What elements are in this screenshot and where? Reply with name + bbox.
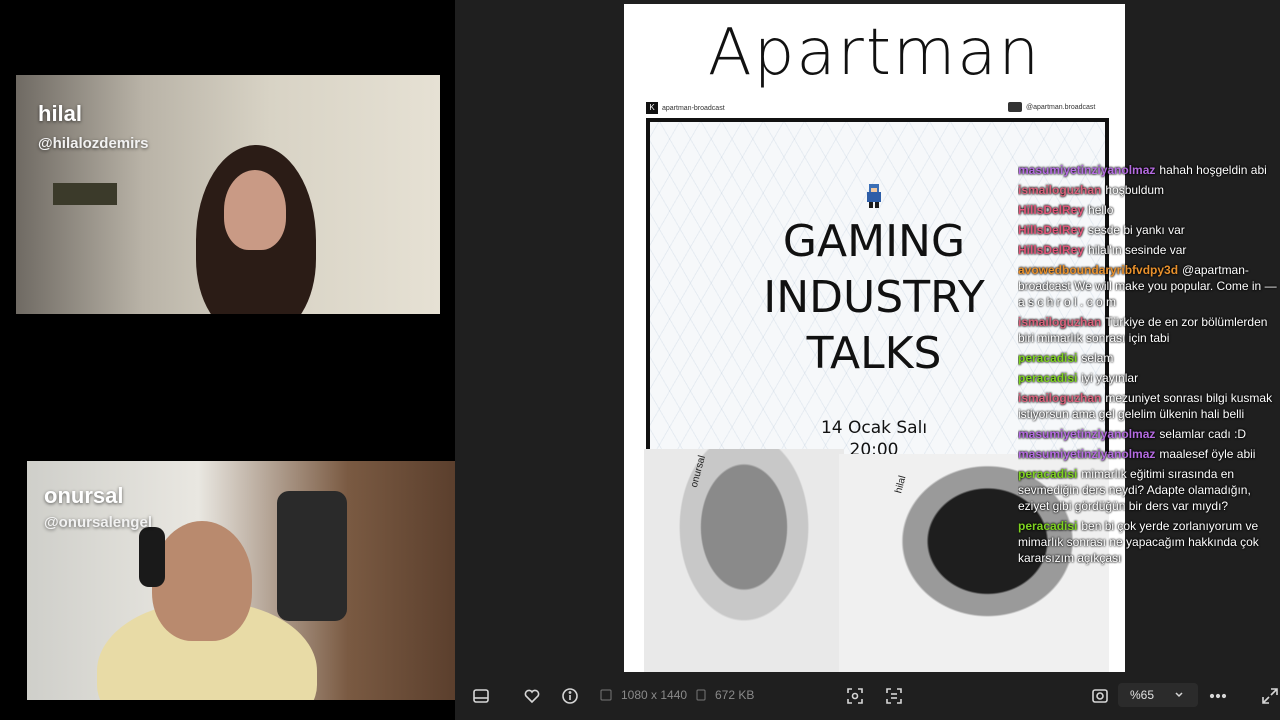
pixel-character-icon: [867, 184, 881, 208]
chat-text: maalesef öyle abii: [1159, 447, 1256, 461]
brand-left: K apartman-broadcast: [646, 102, 725, 114]
expand-icon: [1262, 688, 1278, 704]
favorite-button[interactable]: [520, 684, 544, 708]
photo-onursal: [644, 449, 844, 672]
chat-username: ismailoguzhan: [1018, 391, 1102, 405]
poster-logo: Apartman: [707, 16, 1042, 90]
chat-username: peracadisi: [1018, 467, 1078, 481]
chat-overlay: masumiyetinziyanolmaz hahah hoşgeldin abi…: [1018, 162, 1278, 602]
chat-message: masumiyetinziyanolmaz selamlar cadı :D: [1018, 426, 1278, 442]
chat-message: ismailoguzhan mezuniyet sonrası bilgi kus…: [1018, 390, 1278, 422]
streamer-handle: @hilalozdemirs: [38, 135, 149, 152]
text-recognition-button[interactable]: [882, 684, 906, 708]
poster-title: GAMING INDUSTRY TALKS: [744, 214, 1004, 382]
chat-message: masumiyetinziyanolmaz hahah hoşgeldin abi: [1018, 162, 1278, 178]
chat-text: selam: [1081, 351, 1114, 365]
office-chair: [277, 491, 347, 621]
headphones: [139, 527, 165, 587]
filesize-icon: [696, 689, 706, 701]
chat-username: masumiyetinziyanolmaz: [1018, 427, 1156, 441]
image-filesize: 672 KB: [715, 688, 755, 702]
chat-username: HillsDelRey: [1018, 223, 1085, 237]
kick-icon: K: [646, 102, 658, 114]
chat-username: HillsDelRey: [1018, 243, 1085, 257]
chat-text: iyi yayınlar: [1081, 371, 1139, 385]
chevron-down-icon: [1175, 692, 1183, 698]
poster-title-line: INDUSTRY: [763, 272, 985, 323]
brand-left-label: apartman-broadcast: [662, 104, 725, 112]
fit-to-window-button[interactable]: [1088, 684, 1112, 708]
brand-right: @apartman.broadcast: [1008, 102, 1095, 112]
film-strip-icon: [473, 689, 489, 703]
youtube-icon: [1008, 102, 1022, 112]
image-dimensions: 1080 x 1440: [621, 688, 688, 702]
film-strip-button[interactable]: [469, 684, 493, 708]
chat-username: peracadisi: [1018, 519, 1078, 533]
chat-text: sesde bi yankı var: [1088, 223, 1185, 237]
chat-message: avowedboundaryribfvdpy3d @apartman-broadc…: [1018, 262, 1278, 310]
webcam-hilal: hilal @hilalozdemirs: [16, 75, 440, 314]
chat-username: peracadisi: [1018, 371, 1078, 385]
webcam-onursal: onursal @onursalengel: [27, 461, 455, 700]
info-button[interactable]: [558, 684, 582, 708]
chat-text: hahah hoşgeldin abi: [1159, 163, 1267, 177]
chat-username: masumiyetinziyanolmaz: [1018, 447, 1156, 461]
chat-text: hoşbuldum: [1105, 183, 1165, 197]
event-date: 14 Ocak Salı: [820, 418, 928, 438]
person-face: [224, 170, 286, 250]
chat-message: peracadisi selam: [1018, 350, 1278, 366]
streamer-name: hilal: [38, 101, 83, 126]
brand-right-label: @apartman.broadcast: [1026, 103, 1096, 111]
streamer-name: onursal: [44, 483, 124, 508]
chat-username: peracadisi: [1018, 351, 1078, 365]
crop-button[interactable]: [843, 684, 867, 708]
chat-username: HillsDelRey: [1018, 203, 1085, 217]
person-face: [152, 521, 252, 641]
chat-message: peracadisi mimarlık eğitimi sırasında en …: [1018, 466, 1278, 514]
info-icon: [562, 688, 578, 704]
chat-message: peracadisi ben bi çok yerde zorlanıyorum …: [1018, 518, 1278, 566]
chat-username: ismailoguzhan: [1018, 315, 1102, 329]
dimensions-icon: [600, 689, 612, 701]
more-options-button[interactable]: [1206, 684, 1230, 708]
scan-text-icon: [886, 688, 902, 704]
chat-text: hello: [1088, 203, 1114, 217]
chat-message: ismailoguzhan hoşbuldum: [1018, 182, 1278, 198]
focus-frame-icon: [847, 688, 863, 704]
more-icon: [1209, 693, 1227, 699]
chat-message: HillsDelRey sesde bi yankı var: [1018, 222, 1278, 238]
poster-title-line: GAMING: [782, 216, 966, 267]
zoom-value: %65: [1130, 688, 1155, 702]
chat-username: ismailoguzhan: [1018, 183, 1102, 197]
chat-message: HillsDelRey hilal'ın sesinde var: [1018, 242, 1278, 258]
poster-title-line: TALKS: [806, 328, 942, 379]
chat-message: ismailoguzhan Türkiye de en zor bölümlerd…: [1018, 314, 1278, 346]
fullscreen-button[interactable]: [1258, 684, 1280, 708]
chat-message: masumiyetinziyanolmaz maalesef öyle abii: [1018, 446, 1278, 462]
streamer-handle: @onursalengel: [44, 514, 152, 531]
fit-screen-icon: [1092, 689, 1108, 703]
chat-message: HillsDelRey hello: [1018, 202, 1278, 218]
chat-message: peracadisi iyi yayınlar: [1018, 370, 1278, 386]
chat-username: masumiyetinziyanolmaz: [1018, 163, 1156, 177]
chat-text: hilal'ın sesinde var: [1088, 243, 1187, 257]
chat-text: selamlar cadı :D: [1159, 427, 1247, 441]
heart-icon: [524, 689, 540, 704]
chat-username: avowedboundaryribfvdpy3d: [1018, 263, 1179, 277]
zoom-select[interactable]: %65: [1118, 683, 1198, 707]
wall-picture: [53, 183, 117, 205]
